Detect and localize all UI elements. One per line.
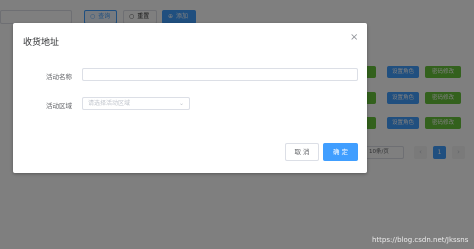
activity-region-label: 活动区域: [46, 102, 72, 110]
activity-region-select[interactable]: 请选择活动区域 ⌄: [82, 97, 190, 110]
confirm-button[interactable]: 确 定: [323, 143, 358, 161]
region-placeholder: 请选择活动区域: [88, 100, 131, 107]
cancel-button[interactable]: 取 消: [285, 143, 319, 161]
chevron-down-icon: ⌄: [178, 100, 184, 107]
close-icon[interactable]: ×: [350, 33, 358, 43]
address-dialog: 收货地址 × 活动名称 活动区域 请选择活动区域 ⌄ 取 消 确 定: [13, 23, 367, 173]
watermark: https://blog.csdn.net/Jkssns: [372, 236, 469, 244]
activity-name-input[interactable]: [82, 68, 358, 81]
activity-name-label: 活动名称: [46, 73, 72, 81]
dialog-title: 收货地址: [23, 38, 60, 48]
